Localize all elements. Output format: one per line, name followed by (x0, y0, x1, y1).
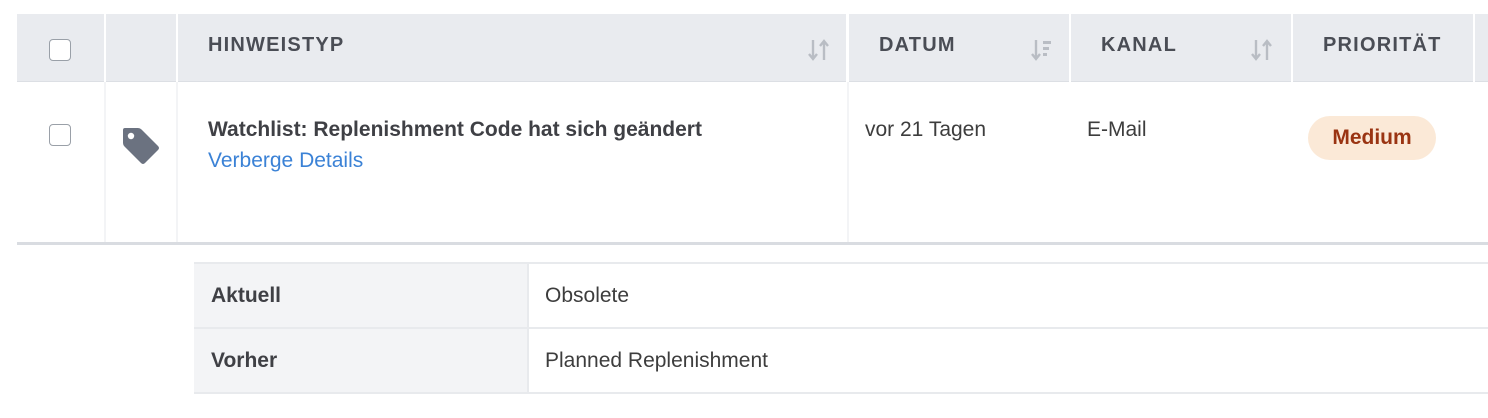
row-bottom-border (17, 242, 1488, 245)
header-hinweistyp[interactable]: HINWEISTYP (178, 14, 846, 82)
header-overflow-cell (1475, 14, 1488, 82)
column-divider (847, 82, 849, 244)
tag-icon (123, 128, 159, 164)
details-bottom-border (194, 392, 1488, 394)
header-datum[interactable]: DATUM (849, 14, 1069, 82)
column-divider (104, 82, 106, 244)
priority-badge: Medium (1308, 116, 1436, 160)
header-kanal[interactable]: KANAL (1071, 14, 1291, 82)
details-column-divider (527, 264, 529, 393)
details-label-cell: Vorher (194, 329, 527, 393)
header-label-prioritaet: PRIORITÄT (1323, 34, 1442, 56)
sort-desc-icon[interactable] (1031, 38, 1053, 62)
row-select-checkbox[interactable] (49, 124, 71, 146)
header-label-hinweistyp: HINWEISTYP (208, 34, 345, 56)
header-icon-cell (106, 14, 176, 82)
priority-badge-label: Medium (1332, 126, 1412, 149)
toggle-details-link[interactable]: Verberge Details (208, 149, 363, 173)
row-channel: E-Mail (1087, 118, 1147, 141)
details-label-cell: Aktuell (194, 264, 527, 328)
header-select-cell (17, 14, 104, 82)
sort-icon[interactable] (1251, 38, 1273, 62)
details-value-vorher: Planned Replenishment (545, 349, 768, 372)
column-divider (176, 82, 178, 244)
details-label-vorher: Vorher (211, 349, 278, 372)
header-prioritaet[interactable]: PRIORITÄT (1293, 14, 1473, 82)
details-label-aktuell: Aktuell (211, 284, 282, 307)
details-value-aktuell: Obsolete (545, 284, 630, 307)
header-label-datum: DATUM (879, 34, 956, 56)
sort-icon[interactable] (808, 38, 830, 62)
header-label-kanal: KANAL (1101, 34, 1177, 56)
select-all-checkbox[interactable] (49, 39, 71, 61)
row-title: Watchlist: Replenishment Code hat sich g… (208, 118, 702, 141)
row-date: vor 21 Tagen (865, 118, 987, 141)
